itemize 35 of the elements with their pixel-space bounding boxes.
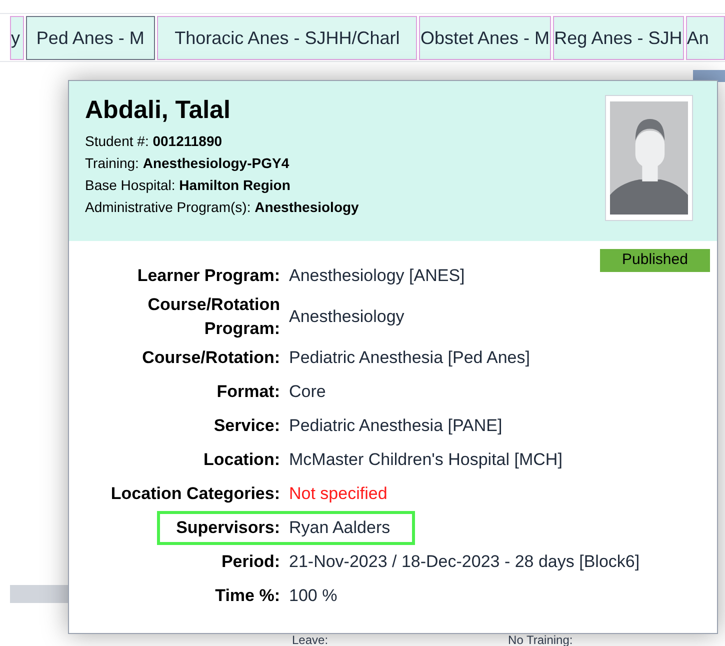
field-label: Time %: — [214, 585, 280, 607]
field-value: 100 % — [289, 585, 338, 607]
schedule-tab[interactable]: An — [686, 16, 725, 60]
field-label: Location Categories: — [110, 483, 280, 505]
detail-line: Administrative Program(s): Anesthesiology — [85, 198, 359, 216]
field-value: McMaster Children's Hospital [MCH] — [289, 449, 562, 471]
field-label: Location: — [202, 449, 280, 471]
scrollbar-thumb[interactable] — [10, 585, 70, 603]
field-value: Anesthesiology [ANES] — [289, 265, 465, 287]
schedule-tab[interactable]: Thoracic Anes - SJHH/Charl — [157, 16, 418, 60]
footer-label: Leave: — [292, 635, 328, 646]
field-value: Core — [289, 381, 326, 403]
field-label: Service: — [212, 415, 280, 437]
field-value: Not specified — [289, 483, 388, 505]
field-value: 21-Nov-2023 / 18-Dec-2023 - 28 days [Block6] — [289, 551, 640, 573]
field-label: Period: — [220, 551, 280, 573]
status-badge: Published — [600, 249, 710, 272]
field-label: Supervisors: — [175, 517, 280, 539]
schedule-tab[interactable]: Ped Anes - M — [26, 16, 155, 60]
schedule-tab[interactable]: y — [10, 16, 24, 60]
field-label: Format: — [216, 381, 280, 403]
field-value: Pediatric Anesthesia [PANE] — [289, 415, 502, 437]
learner-name: Abdali, Talal — [85, 95, 232, 125]
detail-line: Training: Anesthesiology-PGY4 — [85, 154, 290, 172]
field-label: Learner Program: — [136, 265, 280, 287]
detail-line: Student #: 001211890 — [85, 132, 224, 150]
field-label: Course/Rotation: — [141, 347, 280, 369]
schedule-tab[interactable]: Obstet Anes - M — [419, 16, 551, 60]
field-value: Pediatric Anesthesia [Ped Anes] — [289, 347, 530, 369]
avatar-icon — [605, 95, 693, 221]
schedule-tab[interactable]: Reg Anes - SJH — [552, 16, 684, 60]
field-label: Course/Rotation Program: — [146, 294, 280, 340]
detail-line: Base Hospital: Hamilton Region — [85, 176, 292, 194]
field-value: Ryan Aalders — [289, 517, 390, 539]
field-value: Anesthesiology — [289, 306, 404, 328]
